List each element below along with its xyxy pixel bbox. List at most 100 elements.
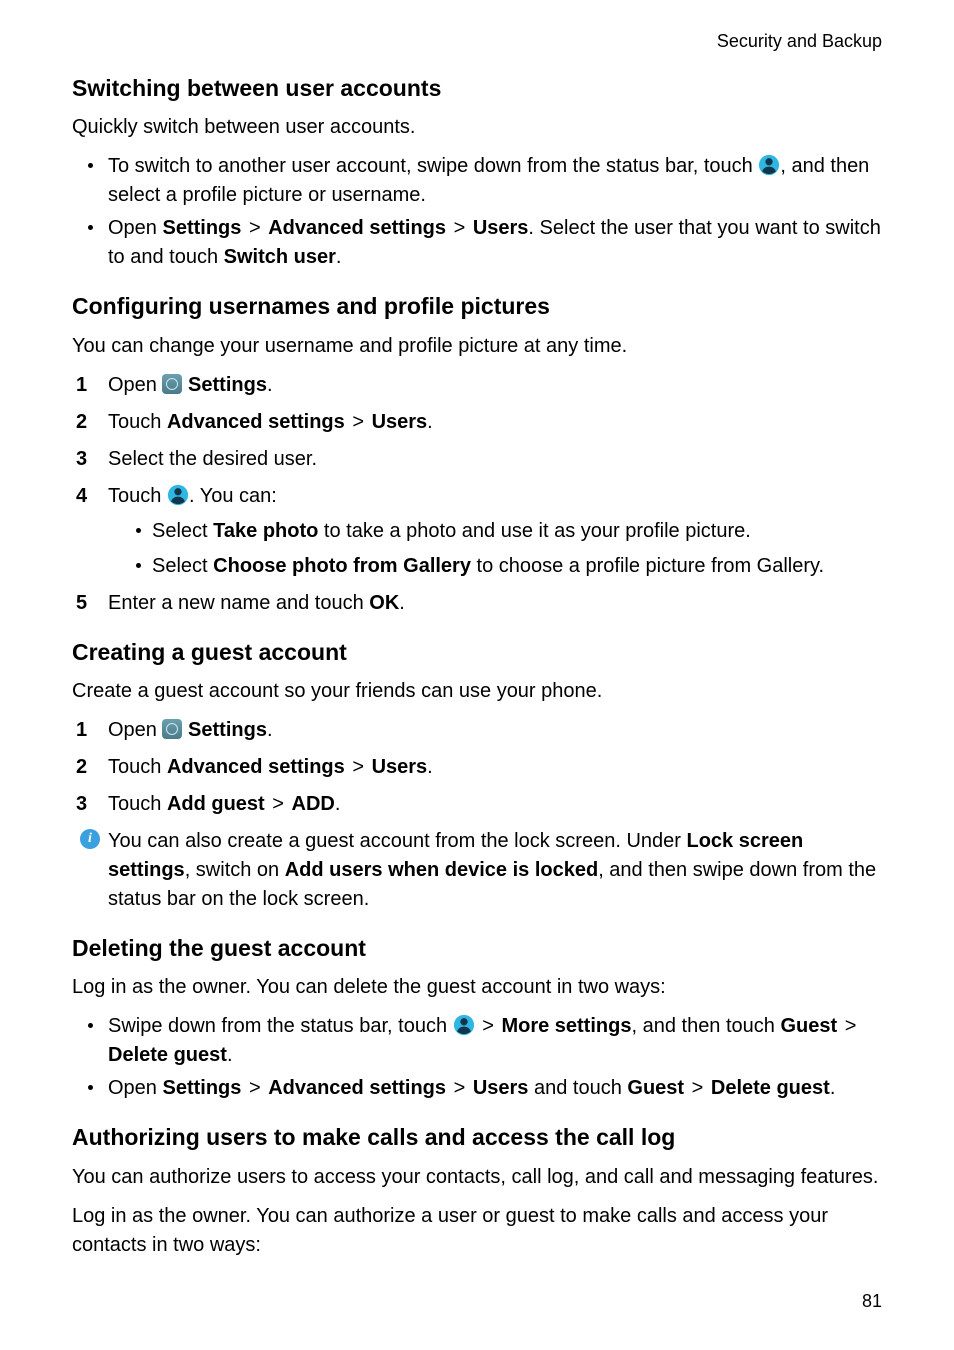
authorizing-p2: Log in as the owner. You can authorize a… <box>72 1202 882 1260</box>
text: . <box>336 246 342 268</box>
intro-configuring: You can change your username and profile… <box>72 332 882 361</box>
label-add-guest: Add guest <box>167 793 265 815</box>
label-settings: Settings <box>162 217 241 239</box>
switching-bullet-1: To switch to another user account, swipe… <box>72 152 882 210</box>
text: and touch <box>528 1077 627 1099</box>
text: , switch on <box>185 859 285 881</box>
separator: > <box>475 1015 502 1037</box>
sub-bullet-take-photo: Select Take photo to take a photo and us… <box>132 517 882 546</box>
label-users: Users <box>473 1077 529 1099</box>
label-add-users-when-locked: Add users when device is locked <box>285 859 598 881</box>
label-guest: Guest <box>627 1077 684 1099</box>
switching-bullet-2: Open Settings > Advanced settings > User… <box>72 214 882 272</box>
settings-app-icon <box>162 374 182 394</box>
creating-step-1: Open Settings. <box>72 716 882 745</box>
separator: > <box>265 793 292 815</box>
page-number: 81 <box>862 1288 882 1314</box>
text: Touch <box>108 793 167 815</box>
intro-switching: Quickly switch between user accounts. <box>72 113 882 142</box>
text: Touch <box>108 485 167 507</box>
text: to choose a profile picture from Gallery… <box>471 555 824 577</box>
separator: > <box>446 217 473 239</box>
creating-note: i You can also create a guest account fr… <box>72 827 882 914</box>
text: . <box>399 592 405 614</box>
text: . You can: <box>189 485 277 507</box>
text: You can also create a guest account from… <box>108 830 686 852</box>
section-title-authorizing: Authorizing users to make calls and acce… <box>72 1121 882 1154</box>
label-settings: Settings <box>188 374 267 396</box>
text: . <box>427 411 433 433</box>
intro-creating: Create a guest account so your friends c… <box>72 677 882 706</box>
configuring-step-1: Open Settings. <box>72 371 882 400</box>
section-title-configuring: Configuring usernames and profile pictur… <box>72 290 882 323</box>
deleting-bullet-1: Swipe down from the status bar, touch > … <box>72 1012 882 1070</box>
text: To switch to another user account, swipe… <box>108 155 758 177</box>
text: . <box>335 793 341 815</box>
label-users: Users <box>372 411 428 433</box>
text: Open <box>108 1077 162 1099</box>
label-add: ADD <box>292 793 335 815</box>
text: . <box>267 719 273 741</box>
label-more-settings: More settings <box>501 1015 631 1037</box>
page: Security and Backup Switching between us… <box>0 0 954 1350</box>
label-ok: OK <box>369 592 399 614</box>
label-users: Users <box>372 756 428 778</box>
separator: > <box>345 411 372 433</box>
label-delete-guest: Delete guest <box>108 1044 227 1066</box>
separator: > <box>446 1077 473 1099</box>
info-icon: i <box>80 829 100 849</box>
configuring-step-4: Touch . You can: Select Take photo to ta… <box>72 482 882 581</box>
text: Open <box>108 217 162 239</box>
settings-app-icon <box>162 719 182 739</box>
text: Select <box>152 520 213 542</box>
label-users: Users <box>473 217 529 239</box>
deleting-bullets: Swipe down from the status bar, touch > … <box>72 1012 882 1103</box>
section-title-deleting: Deleting the guest account <box>72 932 882 965</box>
label-switch-user: Switch user <box>224 246 336 268</box>
text: Enter a new name and touch <box>108 592 369 614</box>
text: Open <box>108 374 162 396</box>
text: . <box>830 1077 836 1099</box>
separator: > <box>241 217 268 239</box>
user-icon <box>167 484 189 506</box>
configuring-step-3: Select the desired user. <box>72 445 882 474</box>
user-icon <box>453 1014 475 1036</box>
text: . <box>267 374 273 396</box>
authorizing-p1: You can authorize users to access your c… <box>72 1163 882 1192</box>
label-settings: Settings <box>162 1077 241 1099</box>
creating-step-3: Touch Add guest > ADD. <box>72 790 882 819</box>
configuring-step4-subbullets: Select Take photo to take a photo and us… <box>132 517 882 581</box>
label-guest: Guest <box>780 1015 837 1037</box>
intro-deleting: Log in as the owner. You can delete the … <box>72 973 882 1002</box>
label-take-photo: Take photo <box>213 520 318 542</box>
separator: > <box>837 1015 858 1037</box>
configuring-step-5: Enter a new name and touch OK. <box>72 589 882 618</box>
label-advanced-settings: Advanced settings <box>167 411 345 433</box>
label-advanced-settings: Advanced settings <box>268 1077 446 1099</box>
deleting-bullet-2: Open Settings > Advanced settings > User… <box>72 1074 882 1103</box>
text: . <box>227 1044 233 1066</box>
text: Open <box>108 719 162 741</box>
user-icon <box>758 154 780 176</box>
configuring-step-2: Touch Advanced settings > Users. <box>72 408 882 437</box>
section-title-creating: Creating a guest account <box>72 636 882 669</box>
separator: > <box>345 756 372 778</box>
creating-step-2: Touch Advanced settings > Users. <box>72 753 882 782</box>
text: , and then touch <box>631 1015 780 1037</box>
text: Touch <box>108 411 167 433</box>
switching-bullets: To switch to another user account, swipe… <box>72 152 882 272</box>
text: Select <box>152 555 213 577</box>
sub-bullet-choose-photo: Select Choose photo from Gallery to choo… <box>132 552 882 581</box>
text: Touch <box>108 756 167 778</box>
header-section-label: Security and Backup <box>72 28 882 54</box>
text: to take a photo and use it as your profi… <box>318 520 750 542</box>
separator: > <box>241 1077 268 1099</box>
creating-steps: Open Settings. Touch Advanced settings >… <box>72 716 882 819</box>
label-choose-photo: Choose photo from Gallery <box>213 555 471 577</box>
text: . <box>427 756 433 778</box>
label-advanced-settings: Advanced settings <box>268 217 446 239</box>
label-delete-guest: Delete guest <box>711 1077 830 1099</box>
configuring-steps: Open Settings. Touch Advanced settings >… <box>72 371 882 618</box>
label-advanced-settings: Advanced settings <box>167 756 345 778</box>
section-title-switching: Switching between user accounts <box>72 72 882 105</box>
